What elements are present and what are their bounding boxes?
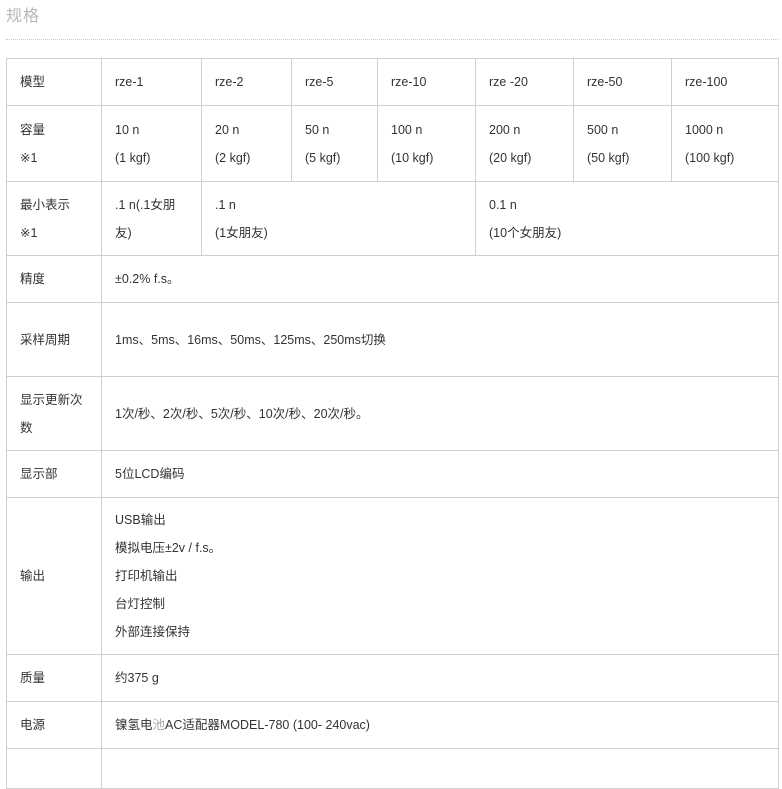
power-value-part: 池 [152, 718, 166, 732]
min-display-label: 最小表示 ※1 [6, 181, 102, 256]
section-title: 规格 [6, 8, 41, 25]
row-capacity: 容量 ※1 10 n (1 kgf) 20 n (2 kgf) 50 n (5 kgf… [6, 105, 779, 182]
min-display-value: (1女朋友) [215, 225, 268, 240]
capacity-cell: 100 n (10 kgf) [377, 105, 476, 182]
sampling-label: 采样周期 [6, 302, 102, 377]
capacity-n: 100 n [391, 122, 423, 137]
capacity-kgf: (10 kgf) [391, 150, 434, 165]
row-sampling: 采样周期 1ms、5ms、16ms、50ms、125ms、250ms切换 [6, 302, 779, 377]
capacity-kgf: (20 kgf) [489, 150, 532, 165]
capacity-label-text: 容量 [20, 122, 46, 137]
display-value: 5位LCD编码 [101, 450, 779, 498]
mass-value: 约375 g [101, 654, 779, 702]
capacity-n: 1000 n [685, 122, 724, 137]
output-list: USB输出 模拟电压±2v / f.s。 打印机输出 台灯控制 外部连接保持 [101, 497, 779, 655]
partial-cell [101, 748, 779, 789]
output-item: USB输出 [115, 513, 166, 527]
min-display-label-text: 最小表示 [20, 197, 71, 212]
min-display-value: (10个女朋友) [489, 225, 562, 240]
sampling-value: 1ms、5ms、16ms、50ms、125ms、250ms切换 [101, 302, 779, 377]
output-label: 输出 [6, 497, 102, 655]
row-accuracy: 精度 ±0.2% f.s。 [6, 255, 779, 303]
row-partial [6, 748, 779, 789]
power-value: 镍氢电池AC适配器MODEL-780 (100- 240vac) [101, 701, 779, 749]
min-display-value: .1 n [215, 197, 236, 212]
min-display-cell: 0.1 n (10个女朋友) [475, 181, 779, 256]
model-cell: rze-2 [201, 58, 292, 106]
display-label: 显示部 [6, 450, 102, 498]
spec-table: 模型 rze-1 rze-2 rze-5 rze-10 rze -20 rze-… [6, 58, 779, 789]
refresh-label: 显示更新次 数 [6, 376, 102, 451]
accuracy-value: ±0.2% f.s。 [101, 255, 779, 303]
capacity-n: 500 n [587, 122, 619, 137]
capacity-kgf: (5 kgf) [305, 150, 341, 165]
mass-label: 质量 [6, 654, 102, 702]
min-display-value: 友) [115, 225, 132, 240]
row-mass: 质量 约375 g [6, 654, 779, 702]
output-item: 外部连接保持 [115, 625, 191, 639]
capacity-kgf: (100 kgf) [685, 150, 735, 165]
capacity-n: 50 n [305, 122, 330, 137]
capacity-kgf: (1 kgf) [115, 150, 151, 165]
row-display: 显示部 5位LCD编码 [6, 450, 779, 498]
output-item: 模拟电压±2v / f.s。 [115, 541, 222, 555]
model-cell: rze-50 [573, 58, 672, 106]
capacity-cell: 50 n (5 kgf) [291, 105, 378, 182]
refresh-label-line: 显示更新次 [20, 392, 83, 407]
refresh-value: 1次/秒、2次/秒、5次/秒、10次/秒、20次/秒。 [101, 376, 779, 451]
power-value-part: 镍氢电 [115, 718, 153, 732]
capacity-cell: 500 n (50 kgf) [573, 105, 672, 182]
row-power: 电源 镍氢电池AC适配器MODEL-780 (100- 240vac) [6, 701, 779, 749]
capacity-cell: 10 n (1 kgf) [101, 105, 202, 182]
min-display-label-note: ※1 [20, 225, 38, 240]
row-min-display: 最小表示 ※1 .1 n(.1女朋 友) .1 n (1女朋友) 0.1 n (10个… [6, 181, 779, 256]
output-item: 打印机输出 [115, 569, 178, 583]
capacity-label-note: ※1 [20, 150, 38, 165]
min-display-value: 0.1 n [489, 197, 517, 212]
title-divider [6, 39, 778, 40]
capacity-n: 10 n [115, 122, 140, 137]
model-label: 模型 [6, 58, 102, 106]
capacity-cell: 1000 n (100 kgf) [671, 105, 779, 182]
capacity-label: 容量 ※1 [6, 105, 102, 182]
min-display-value: .1 n(.1女朋 [115, 197, 176, 212]
capacity-kgf: (2 kgf) [215, 150, 251, 165]
model-cell: rze-10 [377, 58, 476, 106]
row-refresh: 显示更新次 数 1次/秒、2次/秒、5次/秒、10次/秒、20次/秒。 [6, 376, 779, 451]
capacity-cell: 20 n (2 kgf) [201, 105, 292, 182]
model-cell: rze -20 [475, 58, 574, 106]
partial-cell [6, 748, 102, 789]
capacity-kgf: (50 kgf) [587, 150, 630, 165]
power-label: 电源 [6, 701, 102, 749]
min-display-cell: .1 n (1女朋友) [201, 181, 476, 256]
capacity-n: 20 n [215, 122, 240, 137]
row-model: 模型 rze-1 rze-2 rze-5 rze-10 rze -20 rze-… [6, 58, 779, 106]
min-display-cell: .1 n(.1女朋 友) [101, 181, 202, 256]
capacity-n: 200 n [489, 122, 521, 137]
output-item: 台灯控制 [115, 597, 166, 611]
capacity-cell: 200 n (20 kgf) [475, 105, 574, 182]
accuracy-label: 精度 [6, 255, 102, 303]
row-output: 输出 USB输出 模拟电压±2v / f.s。 打印机输出 台灯控制 外部连接保… [6, 497, 779, 655]
model-cell: rze-5 [291, 58, 378, 106]
model-cell: rze-100 [671, 58, 779, 106]
refresh-label-line: 数 [20, 420, 33, 435]
model-cell: rze-1 [101, 58, 202, 106]
power-value-part: AC适配器MODEL-780 (100- 240vac) [165, 718, 370, 732]
